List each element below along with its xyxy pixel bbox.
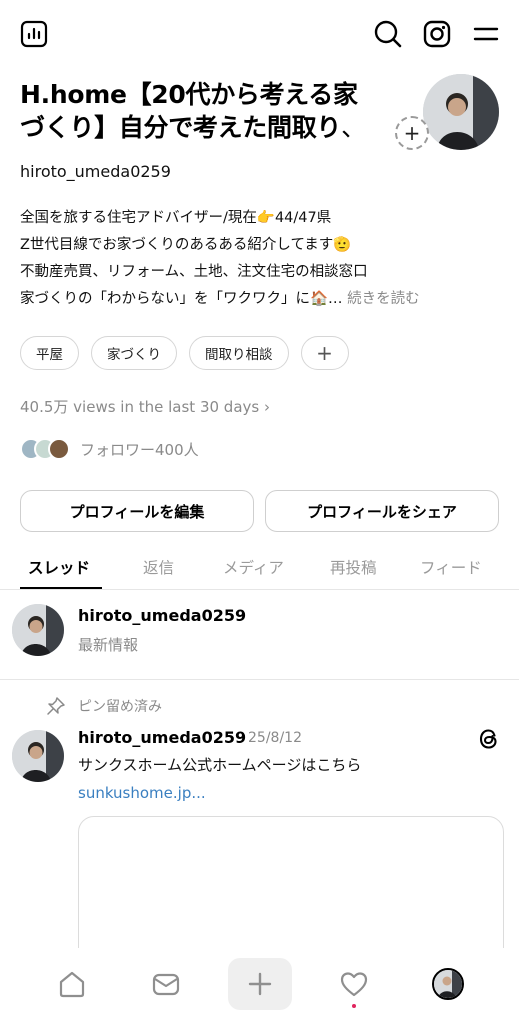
bottom-navigation: [0, 948, 519, 1024]
tag-chip[interactable]: 間取り相談: [189, 336, 289, 370]
profile-nav-button[interactable]: [416, 958, 480, 1010]
profile-username: hiroto_umeda0259: [20, 162, 171, 181]
follower-avatar: [48, 438, 70, 460]
bio-line: 家づくりの「わからない」を「ワクワク」に🏠…: [20, 291, 343, 307]
top-bar: [0, 0, 519, 70]
notification-dot: [352, 1004, 356, 1008]
profile-name-line2-text: づくり】自分で考えた間取り: [20, 113, 342, 142]
avatar: [432, 968, 464, 1000]
tab-replies[interactable]: 返信: [143, 556, 174, 578]
post-text: サンクスホーム公式ホームページはこちら: [78, 756, 362, 774]
share-profile-button[interactable]: プロフィールをシェア: [265, 490, 499, 532]
profile-name: H.home【20代から考える家 づくり】自分で考えた間取り、: [20, 78, 410, 144]
tab-reposts[interactable]: 再投稿: [330, 556, 377, 578]
add-tag-button[interactable]: +: [300, 336, 349, 370]
threads-logo-icon[interactable]: [476, 726, 502, 756]
add-story-button[interactable]: +: [395, 116, 429, 150]
profile-tags: 平屋 家づくり 間取り相談 +: [20, 336, 349, 370]
insights-icon[interactable]: [18, 18, 50, 50]
tag-chip[interactable]: 家づくり: [91, 336, 177, 370]
tab-media[interactable]: メディア: [223, 556, 284, 578]
home-icon[interactable]: [40, 958, 104, 1010]
bio-more-link[interactable]: 続きを読む: [347, 291, 420, 307]
post-username[interactable]: hiroto_umeda0259: [78, 728, 246, 747]
tab-threads[interactable]: スレッド: [28, 556, 90, 578]
latest-subtitle: 最新情報: [78, 636, 139, 654]
avatar[interactable]: [12, 730, 64, 782]
profile-name-line1: H.home【20代から考える家: [20, 80, 358, 109]
instagram-icon[interactable]: [421, 18, 453, 50]
inbox-icon[interactable]: [134, 958, 198, 1010]
followers-count: フォロワー400人: [80, 440, 199, 459]
pin-icon: [47, 697, 65, 715]
heart-icon[interactable]: [322, 958, 386, 1010]
profile-avatar[interactable]: [423, 74, 499, 150]
create-icon[interactable]: [228, 958, 292, 1010]
post-date: 25/8/12: [248, 730, 302, 746]
search-icon[interactable]: [372, 18, 404, 50]
bio-line: 全国を旅する住宅アドバイザー/現在👉44/47県: [20, 210, 332, 226]
bio-line: Z世代目線でお家づくりのあるある紹介してます🫡: [20, 237, 352, 253]
profile-tabs: スレッド 返信 メディア 再投稿 フィード: [0, 548, 519, 590]
profile-name-line2: づくり】自分で考えた間取り、: [20, 111, 410, 144]
views-insight-link[interactable]: 40.5万 views in the last 30 days ›: [20, 396, 270, 417]
pinned-label: ピン留め済み: [46, 696, 162, 716]
edit-profile-button[interactable]: プロフィールを編集: [20, 490, 254, 532]
profile-bio: 全国を旅する住宅アドバイザー/現在👉44/47県 Z世代目線でお家づくりのあるあ…: [20, 205, 500, 313]
tab-feeds[interactable]: フィード: [420, 556, 482, 578]
avatar[interactable]: [12, 604, 64, 656]
post-link[interactable]: sunkushome.jp...: [78, 784, 206, 802]
pinned-text: ピン留め済み: [78, 699, 162, 715]
followers-row[interactable]: フォロワー400人: [20, 438, 199, 460]
bio-line-last: 家づくりの「わからない」を「ワクワク」に🏠… 続きを読む: [20, 286, 500, 313]
bio-line: 不動産売買、リフォーム、土地、注文住宅の相談窓口: [20, 264, 368, 280]
latest-username: hiroto_umeda0259: [78, 606, 247, 625]
active-tab-indicator: [20, 587, 102, 589]
menu-icon[interactable]: [470, 18, 502, 50]
tag-chip[interactable]: 平屋: [20, 336, 79, 370]
profile-name-tail: 、: [341, 113, 366, 142]
latest-info-row[interactable]: hiroto_umeda0259 最新情報: [0, 592, 519, 680]
